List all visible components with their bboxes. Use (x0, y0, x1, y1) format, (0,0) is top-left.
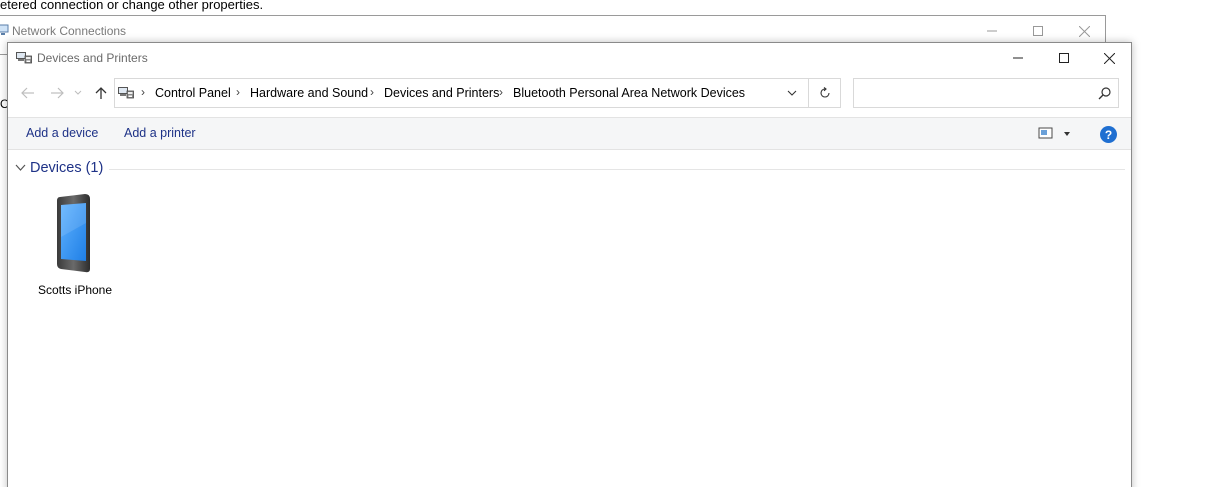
arrow-up-icon (95, 87, 107, 99)
refresh-icon (819, 87, 830, 98)
view-options-icon (1038, 127, 1070, 139)
window-title: Devices and Printers (37, 51, 148, 65)
breadcrumb-hardware-and-sound[interactable]: Hardware and Sound (250, 86, 368, 100)
network-icon (0, 24, 9, 35)
arrow-left-icon (21, 87, 34, 99)
chevron-down-icon (15, 164, 26, 171)
breadcrumb-bluetooth-pan-devices[interactable]: Bluetooth Personal Area Network Devices (513, 86, 745, 100)
devices-group-label: Devices (1) (30, 160, 104, 176)
arrow-right-icon (51, 87, 64, 99)
forward-button[interactable] (45, 77, 69, 109)
breadcrumb-separator[interactable]: › (499, 85, 503, 99)
maximize-icon (1033, 26, 1043, 36)
search-icon (1098, 87, 1111, 100)
background-text: etered connection or change other proper… (0, 0, 264, 12)
back-window-title: Network Connections (12, 24, 127, 38)
change-view-button[interactable] (1038, 126, 1078, 142)
group-divider (109, 169, 1125, 170)
command-bar: Add a device Add a printer ? (8, 117, 1131, 150)
breadcrumb-separator[interactable]: › (236, 85, 240, 99)
device-name: Scotts iPhone (37, 283, 113, 297)
device-item[interactable]: Scotts iPhone (35, 191, 115, 301)
breadcrumb-separator[interactable]: › (370, 85, 374, 99)
devices-group-header[interactable]: Devices (1) (15, 158, 1125, 180)
minimize-button[interactable] (995, 43, 1041, 73)
help-button[interactable]: ? (1100, 126, 1117, 143)
chevron-down-icon (787, 90, 796, 96)
devices-printers-icon (118, 87, 134, 99)
breadcrumb-separator[interactable]: › (141, 85, 145, 99)
breadcrumb-devices-and-printers[interactable]: Devices and Printers (384, 86, 499, 100)
back-button[interactable] (16, 77, 40, 109)
maximize-icon (1059, 53, 1069, 63)
address-bar[interactable]: › Control Panel › Hardware and Sound › D… (114, 78, 841, 108)
breadcrumb-control-panel[interactable]: Control Panel (155, 86, 231, 100)
title-bar[interactable]: Devices and Printers (8, 43, 1131, 73)
up-button[interactable] (89, 77, 113, 109)
address-dropdown-button[interactable] (775, 79, 807, 107)
devices-printers-icon (16, 52, 32, 64)
devices-printers-window: Devices and Printers › Control Panel › H… (7, 42, 1132, 487)
refresh-button[interactable] (808, 79, 840, 107)
navigation-row: › Control Panel › Hardware and Sound › D… (8, 77, 1131, 109)
add-printer-button[interactable]: Add a printer (124, 126, 196, 140)
close-icon (1078, 25, 1090, 37)
minimize-icon (1013, 57, 1023, 59)
minimize-icon (987, 30, 997, 32)
close-button[interactable] (1086, 43, 1132, 73)
recent-locations-button[interactable] (70, 77, 86, 109)
search-input[interactable] (853, 78, 1119, 108)
add-device-button[interactable]: Add a device (26, 126, 98, 140)
chevron-down-icon (74, 90, 82, 95)
smartphone-icon (57, 194, 90, 273)
maximize-button[interactable] (1041, 43, 1087, 73)
close-icon (1103, 52, 1115, 64)
